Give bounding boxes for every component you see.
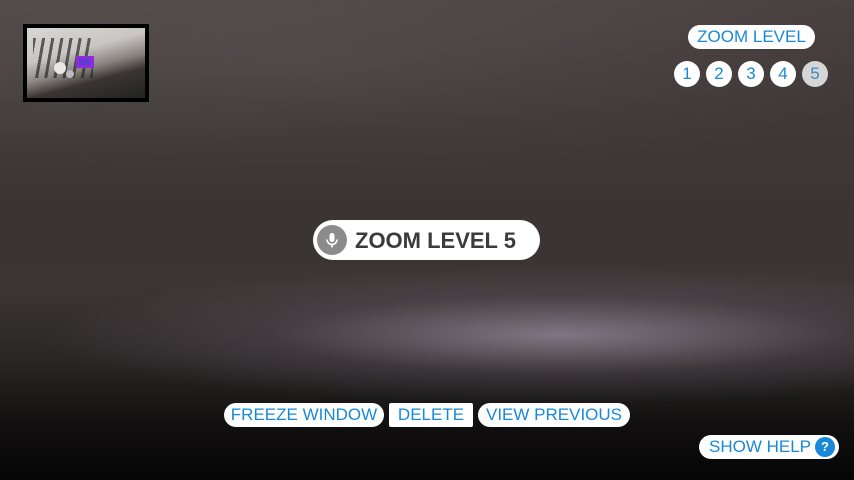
show-help-button[interactable]: SHOW HELP ?	[699, 435, 839, 459]
zoom-level-4-button[interactable]: 4	[770, 61, 796, 87]
delete-button[interactable]: DELETE	[389, 403, 473, 427]
voice-command-indicator: ZOOM LEVEL 5	[313, 220, 540, 260]
zoom-level-1-button[interactable]: 1	[674, 61, 700, 87]
zoom-level-3-button[interactable]: 3	[738, 61, 764, 87]
microphone-icon	[317, 225, 347, 255]
voice-command-text: ZOOM LEVEL 5	[355, 228, 516, 253]
view-previous-button[interactable]: VIEW PREVIOUS	[478, 403, 630, 427]
zoom-level-2-button[interactable]: 2	[706, 61, 732, 87]
zoom-level-header: ZOOM LEVEL	[688, 25, 815, 49]
camera-thumbnail[interactable]	[23, 24, 149, 102]
thumbnail-scene-object	[54, 62, 66, 74]
show-help-label: SHOW HELP	[709, 437, 812, 456]
freeze-window-button[interactable]: FREEZE WINDOW	[224, 403, 384, 427]
zoom-viewport-indicator	[76, 56, 94, 68]
zoom-level-5-button[interactable]: 5	[802, 61, 828, 87]
question-mark-icon: ?	[815, 437, 835, 457]
camera-view: ZOOM LEVEL 1 2 3 4 5 ZOOM LEVEL 5 FREEZE…	[0, 0, 854, 480]
